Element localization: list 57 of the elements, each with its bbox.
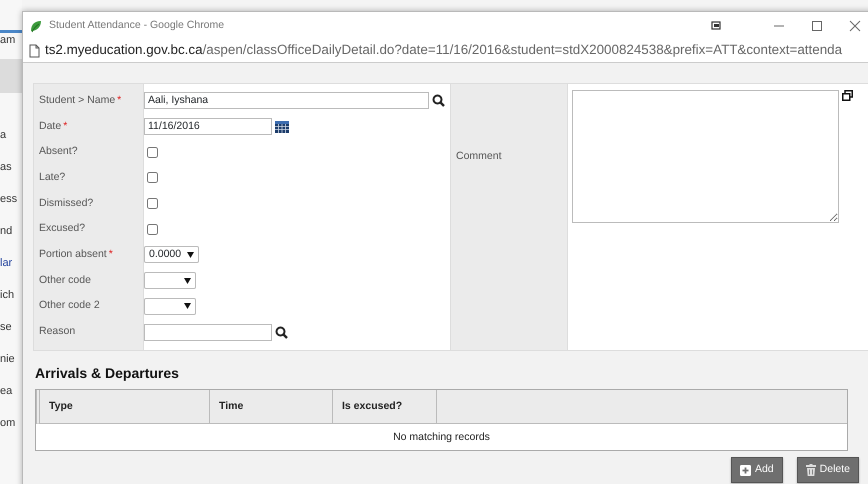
page-text: ea: [0, 384, 14, 399]
name-field[interactable]: Aali, Iyshana: [144, 92, 429, 110]
select-field[interactable]: [144, 298, 196, 315]
select-field[interactable]: [144, 272, 196, 290]
field-label: Comment: [451, 84, 568, 350]
plus-icon: [740, 464, 751, 476]
page-text: a: [0, 128, 8, 143]
field-label: Late?: [38, 170, 66, 186]
page-text: om: [0, 416, 16, 431]
page-text: ess: [0, 192, 18, 207]
page-text: nd: [0, 224, 14, 239]
checkbox[interactable]: [147, 224, 158, 235]
maximize-icon[interactable]: [811, 20, 823, 32]
page-text: as: [0, 160, 13, 175]
cast-icon[interactable]: [711, 20, 721, 30]
calendar-icon[interactable]: [275, 120, 289, 133]
column-header[interactable]: Is excused?: [333, 390, 437, 423]
field-label: Student > Name *: [38, 92, 122, 108]
popout-icon[interactable]: [842, 90, 853, 101]
page-text: ich: [0, 288, 16, 303]
page-text: nie: [0, 352, 16, 367]
section-title: Arrivals & Departures: [35, 364, 180, 383]
leaf-icon: [29, 18, 43, 32]
caret-icon: [187, 252, 194, 258]
page-text: se: [0, 320, 13, 335]
search-icon[interactable]: [275, 326, 288, 339]
comment-field[interactable]: [572, 90, 839, 223]
checkbox[interactable]: [147, 198, 158, 210]
date-field[interactable]: 11/16/2016: [144, 118, 272, 136]
field-label: Date *: [38, 118, 68, 134]
add-button[interactable]: Add: [730, 457, 783, 483]
field-label: Excused?: [38, 221, 86, 236]
page-icon: [29, 44, 40, 58]
checkbox[interactable]: [147, 146, 158, 158]
field-label: Portion absent *: [38, 247, 113, 262]
column-header[interactable]: Time: [210, 390, 333, 423]
page-text: am: [0, 33, 16, 48]
caret-icon: [184, 303, 191, 310]
trash-icon: [806, 464, 816, 476]
empty-message: No matching records: [392, 430, 491, 445]
search-icon[interactable]: [432, 94, 445, 108]
field-label: Reason: [38, 324, 76, 340]
window-title: Student Attendance - Google Chrome: [49, 18, 224, 33]
checkbox[interactable]: [147, 172, 158, 184]
field-label: Other code: [38, 272, 91, 288]
field-label: Absent?: [38, 144, 78, 160]
link[interactable]: lar: [0, 247, 22, 279]
page-panel: [0, 59, 22, 93]
field-label: Other code 2: [38, 298, 100, 314]
column-header[interactable]: Type: [40, 390, 210, 423]
address-text: ts2.myeducation.gov.bc.ca/aspen/classOfficeDailyDetail.do?date=11/16/2016&student=stdX2000824538&prefix=ATT&context=attenda: [45, 41, 842, 60]
close-icon[interactable]: [849, 20, 861, 32]
select-field[interactable]: 0.0000: [144, 246, 199, 264]
field-label: Dismissed?: [38, 196, 94, 211]
delete-button[interactable]: Delete: [796, 457, 859, 483]
reason-field[interactable]: [144, 324, 272, 341]
caret-icon: [184, 278, 191, 284]
